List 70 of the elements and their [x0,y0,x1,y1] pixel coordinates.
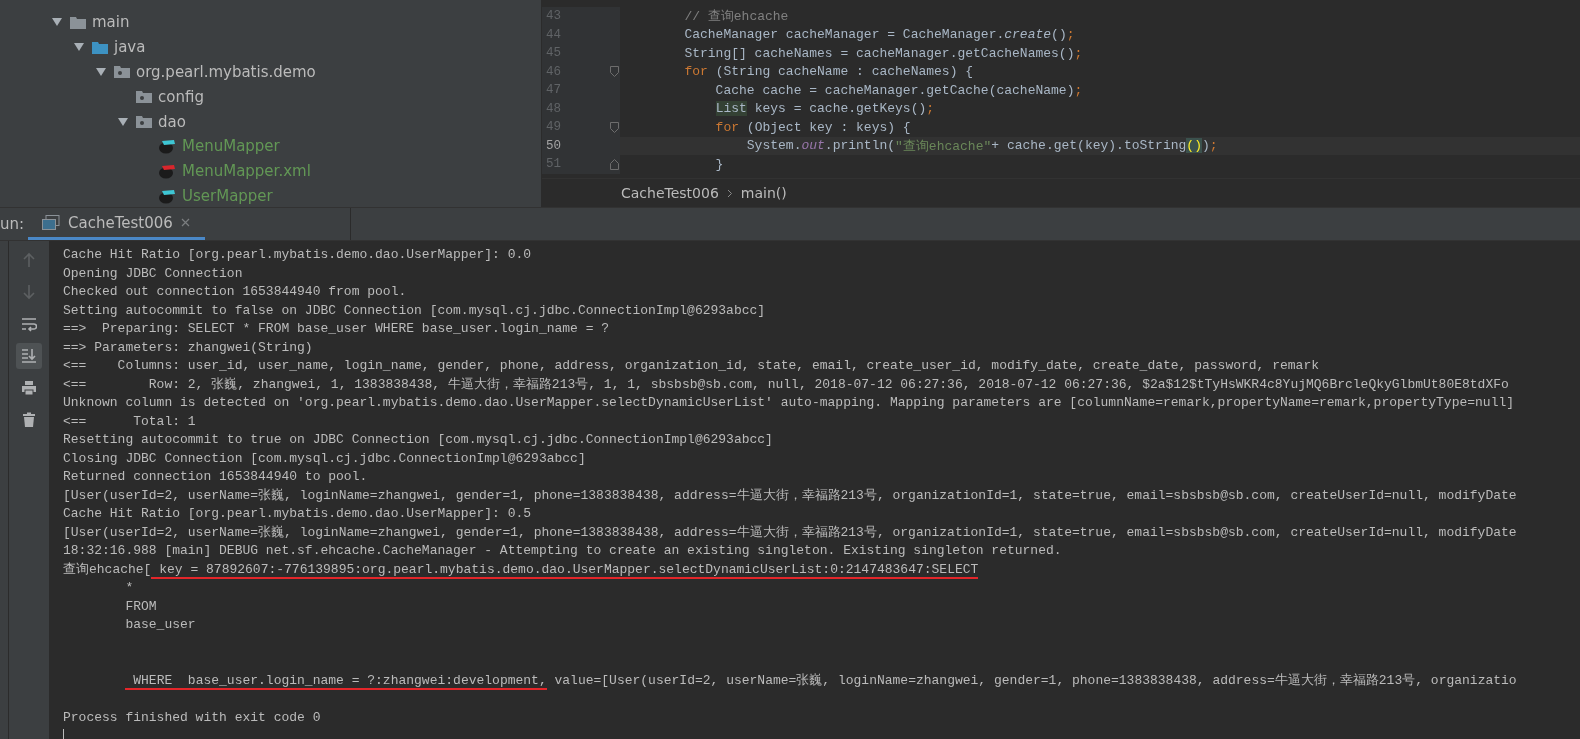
expand-arrow-icon[interactable] [95,67,107,77]
chevron-icon [726,188,733,198]
bird-icon [158,138,176,155]
tree-item[interactable]: config [158,87,204,106]
console-line: Checked out connection 1653844940 from pool. [63,283,407,301]
console-line: Setting autocommit to false on JDBC Connection [com.mysql.cj.jdbc.ConnectionImpl@6293abcc] [63,301,766,320]
tree-item[interactable]: main [92,13,130,32]
code-text: // 查询ehcache [683,8,790,26]
code-text: CacheManager cacheManager = CacheManager.create(); [683,26,1076,44]
console-line: ==> Parameters: zhangwei(String) [63,338,313,357]
console-line: Unknown column is detected on 'org.pearl.mybatis.demo.dao.UserMapper.selectDynamicUserList' auto-mapping. Mapping parameters are [columnName=remark,propertyName=remark,propertyType=null] [63,394,1515,412]
console-line: <== Columns: user_id, user_name, login_name, gender, phone, address, organization_id, state, email, create_user_id, modify_date, create_date, password, remark [63,357,1319,375]
package-folder-icon [136,115,152,129]
console-line: Resetting autocommit to true on JDBC Connection [com.mysql.cj.jdbc.ConnectionImpl@6293abcc] [63,431,773,449]
console-line: FROM [124,597,157,616]
text-cursor [63,729,64,739]
console-line: Cache Hit Ratio [org.pearl.mybatis.demo.dao.UserMapper]: 0.0 [63,246,532,264]
run-label: un: [0,215,26,233]
console-line: Returned connection 1653844940 to pool. [63,468,368,486]
soft-wrap-icon [21,316,37,332]
console-line: Cache Hit Ratio [org.pearl.mybatis.demo.dao.UserMapper]: 0.5 [63,505,532,523]
fold-icon[interactable] [610,158,619,170]
code-text: for (String cacheName : cacheNames) { [683,63,975,81]
breadcrumb-item[interactable]: main() [740,185,787,201]
tree-item[interactable]: org.pearl.mybatis.demo [136,63,316,81]
expand-arrow-icon[interactable] [73,42,85,53]
fold-icon[interactable] [610,121,619,133]
console-line: * [124,579,134,597]
tree-item[interactable]: UserMapper [182,186,273,205]
arrow-down-icon [21,284,37,300]
code-text: for (Object key : keys) { [714,118,912,137]
folder-icon [92,40,108,54]
console-line: base_user [124,616,196,634]
arrow-up-icon [21,252,37,268]
bird-icon [158,187,176,204]
console-line: <== Row: 2, 张巍, zhangwei, 1, 1383838438, 牛逼大街，幸福路213号, 1, 1, sbsbsb@sb.com, null, 2018-07-12 06:27:36, 2018-07-12 06:27:36, $2a$12$tTyHsWKR4c8YujMQ6BrcleQkyGlbmUt80E8tdXFo [63,375,1509,394]
console-line: ==> Preparing: SELECT * FROM base_user WHERE base_user.login_name = ? [63,320,610,338]
console-line: 查询ehcache[ key = 87892607:-776139895:org.pearl.mybatis.demo.dao.UserMapper.selectDynamicUserList:0:2147483647:SELECT [63,560,979,579]
console-line: WHERE base_user.login_name = ?:zhangwei:development, value=[User(userId=2, userName=张巍, loginName=zhangwei, gender=1, phone=1383838438, address=牛逼大街，幸福路213号, organizatio [63,671,1517,690]
console-line: [User(userId=2, userName=张巍, loginName=zhangwei, gender=1, phone=1383838438, address=牛逼大街，幸福路213号, organizationId=1, state=true, email=sbsbsb@sb.com, createUserId=null, modifyDate [63,523,1517,542]
trash-icon [21,412,37,428]
console-line: [User(userId=2, userName=张巍, loginName=zhangwei, gender=1, phone=1383838438, address=牛逼大街，幸福路213号, organizationId=1, state=true, email=sbsbsb@sb.com, createUserId=null, modifyDate [63,486,1517,505]
console-line: <== Total: 1 [63,412,196,431]
scroll-to-end-icon [21,348,37,364]
tree-item[interactable]: MenuMapper.xml [182,162,311,181]
code-text: System.out.println("查询ehcache"+ cache.get(key).toString()); [620,136,1580,155]
breadcrumb-item[interactable]: CacheTest006 [621,185,719,201]
fold-icon[interactable] [610,66,619,78]
tree-item[interactable]: dao [158,112,186,131]
close-icon[interactable] [180,218,190,227]
console-line: Closing JDBC Connection [com.mysql.cj.jdbc.ConnectionImpl@6293abcc] [63,449,586,468]
code-text: List keys = cache.getKeys(); [714,100,936,118]
console-line: Opening JDBC Connection [63,264,243,283]
folder-icon [70,15,86,29]
expand-arrow-icon[interactable] [117,116,129,127]
expand-arrow-icon[interactable] [51,17,63,28]
line-number: 50 [545,138,562,153]
tree-item[interactable]: MenuMapper [182,137,280,156]
tree-item[interactable]: java [114,38,146,57]
scroll-end-button[interactable] [16,343,42,369]
printer-icon [21,380,37,396]
console-window-icon [42,214,60,231]
package-folder-icon [114,65,130,79]
console-line: 18:32:16.988 [main] DEBUG net.sf.ehcache.CacheManager - Attempting to create an existing singleton. Existing singleton returned. [63,542,1062,560]
code-text: } [714,155,725,174]
code-text: String[] cacheNames = cacheManager.getCacheNames(); [683,44,1084,63]
console-line: Process finished with exit code 0 [63,708,321,727]
package-folder-icon [136,90,152,104]
code-text: Cache cache = cacheManager.getCache(cacheName); [714,81,1084,100]
bird-icon [158,163,176,180]
